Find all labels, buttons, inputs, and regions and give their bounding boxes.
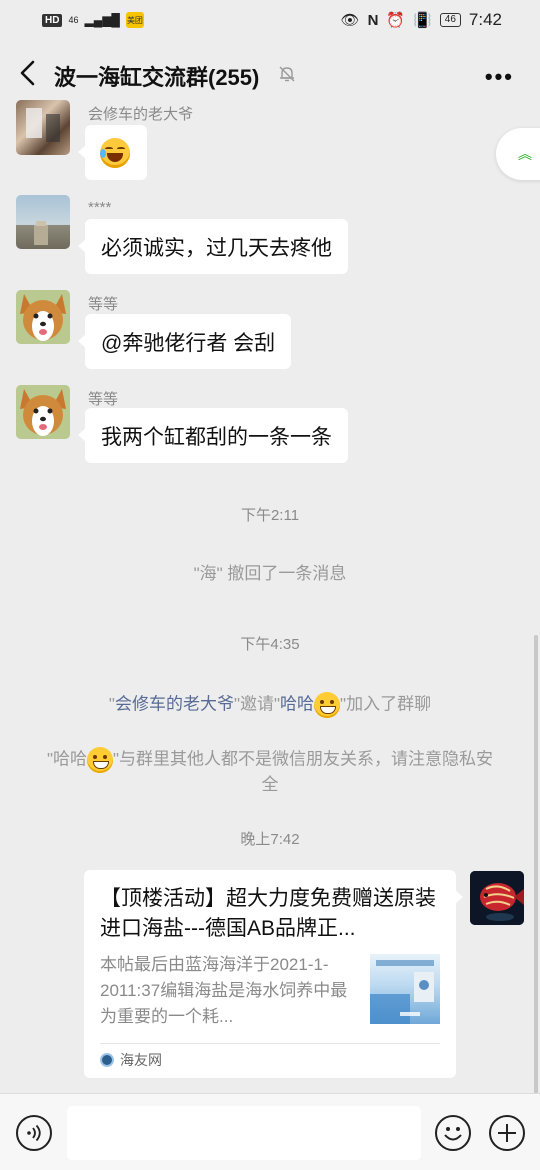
message-text: @奔驰佬行者 会刮 [101, 331, 276, 355]
voice-icon [27, 1124, 41, 1142]
status-time: 7:42 [468, 10, 502, 29]
message-text: 必须诚实，过几天去疼他 [101, 236, 332, 260]
sender-name: 等等 [88, 296, 119, 313]
message-bubble[interactable]: 我两个缸都刮的一条一条 [78, 408, 348, 463]
link-card-message[interactable]: 【顶楼活动】超大力度免费赠送原装进口海盐---德国AB品牌正... 本帖最后由蓝… [84, 870, 463, 1078]
privacy-notice: "哈哈 "与群里其他人都不是微信朋友关系，请注意隐私安全 [40, 747, 500, 797]
timestamp: 晚上7:42 [240, 831, 300, 848]
notice-text: "与群里其他人都不是微信朋友关系，请注意隐私安全 [113, 749, 494, 794]
message-bubble[interactable]: @奔驰佬行者 会刮 [77, 314, 292, 369]
link-card-source: 海友网 [100, 1050, 162, 1070]
avatar[interactable] [16, 100, 70, 155]
avatar[interactable] [16, 385, 70, 439]
emoji-button[interactable] [435, 1115, 471, 1151]
avatar[interactable] [16, 290, 70, 344]
mute-bell-icon [279, 66, 295, 82]
message-bubble[interactable]: 必须诚实，过几天去疼他 [78, 219, 348, 274]
grin-emoji-icon [87, 747, 113, 773]
link-card-thumbnail [370, 954, 440, 1024]
scroll-to-top-button[interactable]: ︽ [496, 128, 540, 180]
source-name: 海友网 [120, 1052, 162, 1068]
message-bubble[interactable]: 😂 [78, 125, 147, 180]
timestamp: 下午4:35 [240, 636, 300, 653]
signal-icon: 46 [68, 14, 79, 25]
eye-icon: 👁 [340, 12, 360, 29]
chat-title[interactable]: 波一海缸交流群(255) [54, 60, 259, 92]
link-card-description: 本帖最后由蓝海海洋于2021-1-2011:37编辑海盐是海水饲养中最为重要的一… [100, 955, 348, 1026]
hd-indicator: HD [42, 13, 63, 27]
plus-icon [498, 1124, 516, 1142]
fish-avatar-image [470, 871, 524, 925]
laughing-emoji-icon: 😂 [100, 137, 130, 168]
more-functions-button[interactable] [489, 1115, 525, 1151]
my-avatar[interactable] [470, 871, 524, 925]
alarm-icon: ⏰ [386, 12, 406, 29]
app-badge: 美团 [125, 12, 144, 28]
message-text: 我两个缸都刮的一条一条 [101, 425, 332, 449]
double-chevron-up-icon: ︽ [518, 146, 532, 162]
message-input[interactable] [67, 1106, 421, 1160]
input-bar [0, 1093, 540, 1170]
sender-name: 等等 [88, 391, 119, 408]
source-logo-icon [100, 1053, 114, 1067]
status-right: 👁 N ⏰ 📳 46 7:42 [341, 10, 502, 30]
nfc-icon: N [367, 11, 379, 29]
status-bar: HD 46 ▂▄▆█ 美团 👁 N ⏰ 📳 46 7:42 [0, 0, 540, 40]
status-left: HD 46 ▂▄▆█ 美团 [42, 12, 144, 28]
back-arrow-icon[interactable] [16, 58, 40, 88]
link-card-title: 【顶楼活动】超大力度免费赠送原装进口海盐---德国AB品牌正... [100, 887, 436, 940]
thumbnail-image [370, 960, 434, 1024]
chat-area[interactable]: 会修车的老大爷 😂 **** 必须诚实，过几天去疼他 [0, 100, 540, 1093]
vibrate-icon: 📳 [413, 12, 432, 29]
recall-notice: "海" 撤回了一条消息 [193, 564, 347, 583]
scrollbar[interactable] [534, 635, 538, 1093]
battery-icon: 46 [439, 13, 461, 27]
inviter-link[interactable]: 会修车的老大爷 [115, 694, 234, 713]
timestamp: 下午2:11 [240, 507, 300, 524]
invitee-link[interactable]: 哈哈 [280, 694, 314, 713]
notice-quote-name: "哈哈 [46, 749, 87, 769]
invite-text: "邀请" [233, 694, 281, 714]
avatar-image [26, 108, 60, 142]
invite-end-text: "加入了群聊 [340, 694, 432, 714]
invite-notice: "会修车的老大爷"邀请"哈哈 "加入了群聊 [40, 692, 500, 718]
corgi-avatar-image [16, 290, 70, 344]
corgi-avatar-image [16, 385, 70, 439]
avatar[interactable] [16, 195, 70, 249]
grin-emoji-icon [314, 692, 341, 718]
sender-name: 会修车的老大爷 [88, 106, 194, 123]
avatar-image [34, 221, 48, 245]
more-options-icon[interactable]: ••• [485, 64, 514, 90]
chat-header: 波一海缸交流群(255) ••• [0, 40, 540, 106]
voice-input-button[interactable] [16, 1115, 52, 1151]
signal-bars-icon: ▂▄▆█ [84, 13, 120, 27]
divider [100, 1043, 440, 1044]
message-text: 😂 [100, 138, 101, 139]
smiley-icon [444, 1127, 462, 1141]
sender-name: **** [88, 199, 112, 216]
